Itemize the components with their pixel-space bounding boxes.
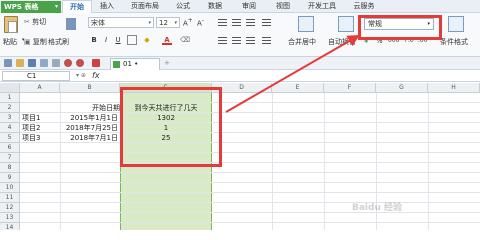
watermark: Baidu 经验	[352, 203, 403, 213]
arrow-icon	[225, 35, 360, 113]
